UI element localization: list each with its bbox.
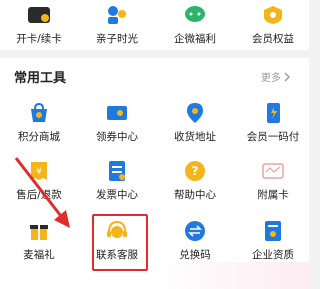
shortcut-label: 会员权益 — [252, 33, 294, 45]
tool-label: 会员一码付 — [246, 131, 300, 143]
tool-label: 企业资质 — [252, 249, 294, 261]
section-title: 常用工具 — [14, 71, 67, 86]
chevron-right-icon — [284, 72, 290, 81]
tool-member-pay[interactable]: 会员一码付 — [234, 100, 312, 150]
help-icon: ? — [182, 158, 208, 184]
member-benefit-icon — [260, 2, 286, 28]
page-edge — [309, 0, 313, 289]
tool-address[interactable]: 收货地址 — [156, 100, 234, 150]
points-mall-icon — [26, 100, 52, 126]
top-shortcut-row: 开卡/续卡 亲子时光 企微福利 会员权益 — [0, 0, 309, 46]
more-link[interactable]: 更多 — [261, 69, 291, 84]
pointer-arrow-icon — [14, 157, 70, 228]
member-pay-icon — [260, 100, 286, 126]
decorative-fade — [150, 262, 309, 289]
svg-text:?: ? — [192, 164, 199, 178]
highlight-box — [92, 214, 148, 271]
tool-help-center[interactable]: ? 帮助中心 — [156, 158, 234, 208]
parent-child-icon — [104, 2, 130, 28]
member-card-panel: 开卡/续卡 亲子时光 企微福利 会员权益 常用工具 更多 积分商城 领券中心 收… — [0, 0, 313, 289]
tool-label: 积分商城 — [18, 131, 60, 143]
shortcut-open-card[interactable]: 开卡/续卡 — [0, 2, 78, 48]
tool-label: 领券中心 — [96, 131, 138, 143]
coupon-center-icon — [104, 100, 130, 126]
shortcut-label: 开卡/续卡 — [16, 33, 62, 45]
more-label: 更多 — [261, 73, 281, 84]
location-icon — [182, 100, 208, 126]
enterprise-qualification-icon — [260, 218, 286, 244]
tool-invoice[interactable]: 发票中心 — [78, 158, 156, 208]
shortcut-parent-child[interactable]: 亲子时光 — [78, 2, 156, 48]
tool-label: 麦福礼 — [23, 249, 55, 261]
section-divider — [0, 50, 313, 58]
tool-redeem-code[interactable]: 兑换码 — [156, 218, 234, 268]
tool-label: 收货地址 — [174, 131, 216, 143]
tool-points-mall[interactable]: 积分商城 — [0, 100, 78, 150]
shortcut-label: 亲子时光 — [96, 33, 138, 45]
shortcut-member-benefit[interactable]: 会员权益 — [234, 2, 312, 48]
tool-enterprise-qualification[interactable]: 企业资质 — [234, 218, 312, 268]
shortcut-wechat-work[interactable]: 企微福利 — [156, 2, 234, 48]
invoice-icon — [104, 158, 130, 184]
sub-card-icon — [260, 158, 286, 184]
tool-label: 兑换码 — [179, 249, 211, 261]
tool-label: 帮助中心 — [174, 189, 216, 201]
shortcut-label: 企微福利 — [174, 33, 216, 45]
tool-label: 附属卡 — [257, 189, 289, 201]
redeem-code-icon — [182, 218, 208, 244]
wechat-work-icon — [182, 2, 208, 28]
tool-sub-card[interactable]: 附属卡 — [234, 158, 312, 208]
card-icon — [26, 2, 52, 28]
tool-coupon-center[interactable]: 领券中心 — [78, 100, 156, 150]
tool-label: 发票中心 — [96, 189, 138, 201]
